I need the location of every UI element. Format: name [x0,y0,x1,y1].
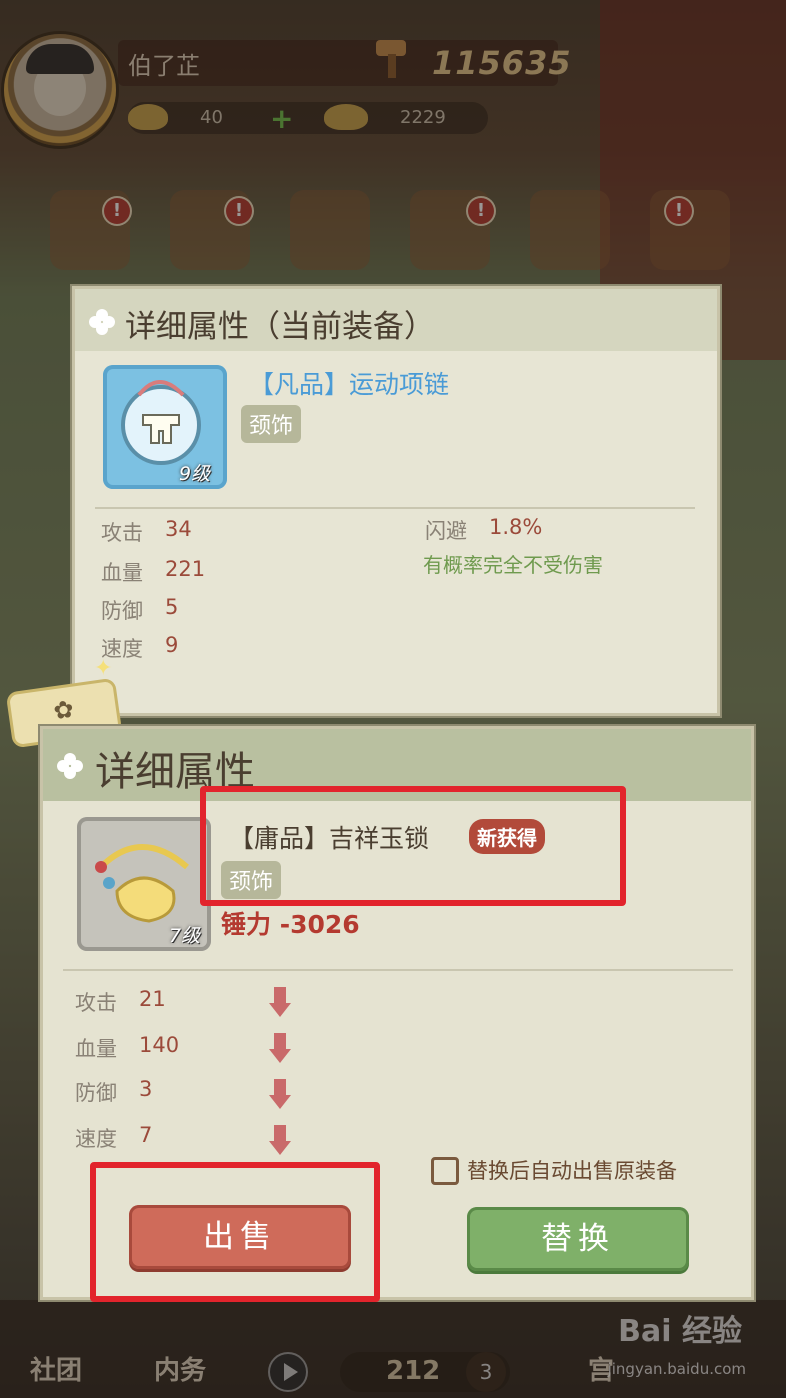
highlight-item-name-box [200,786,626,906]
stat-value: 7 [139,1123,153,1147]
panel-header: 详细属性（当前装备） [75,289,717,351]
replace-button[interactable]: 替换 [467,1207,689,1271]
stat-label: 血量 [75,1037,117,1061]
current-equipment-panel: 详细属性（当前装备） 9级 【凡品】运动项链 颈饰 攻击 34 血量 221 防… [72,286,720,716]
stat-value: 5 [165,595,179,619]
stat-label: 防御 [101,599,143,623]
stat-value: 3 [139,1077,153,1101]
stat-label: 防御 [75,1081,117,1105]
item-level: 9级 [179,463,211,485]
auto-sell-label[interactable]: 替换后自动出售原装备 [467,1155,677,1185]
stat-label: 攻击 [101,521,143,545]
stat-value: 140 [139,1033,180,1057]
item-icon-frame: 9级 [103,365,227,489]
item-level: 7级 [169,925,201,947]
stat-value: 221 [165,557,206,581]
stat-value: 34 [165,517,192,541]
decrease-arrow-icon [269,1033,291,1063]
stat-label: 攻击 [75,991,117,1015]
highlight-sell-button-box [90,1162,380,1302]
flower-icon [57,753,83,779]
special-stat-value: 1.8% [489,515,543,539]
decrease-arrow-icon [269,987,291,1017]
special-stat-label: 闪避 [425,519,467,543]
item-name: 【凡品】运动项链 [249,370,450,399]
decrease-arrow-icon [269,1079,291,1109]
flower-icon [89,309,115,335]
divider [63,969,733,971]
power-change: 锤力 -3026 [221,910,360,939]
stat-value: 21 [139,987,166,1011]
stat-label: 速度 [75,1127,117,1151]
special-effect-text: 有概率完全不受伤害 [423,553,603,577]
stat-label: 血量 [101,561,143,585]
divider [95,507,695,509]
auto-sell-checkbox[interactable] [431,1157,459,1185]
stat-value: 9 [165,633,179,657]
decrease-arrow-icon [269,1125,291,1155]
item-slot-tag: 颈饰 [241,405,302,443]
item-icon-frame: 7级 [77,817,211,951]
sparkle-icon: ✦ [94,656,113,681]
panel-title: 详细属性（当前装备） [125,309,435,345]
